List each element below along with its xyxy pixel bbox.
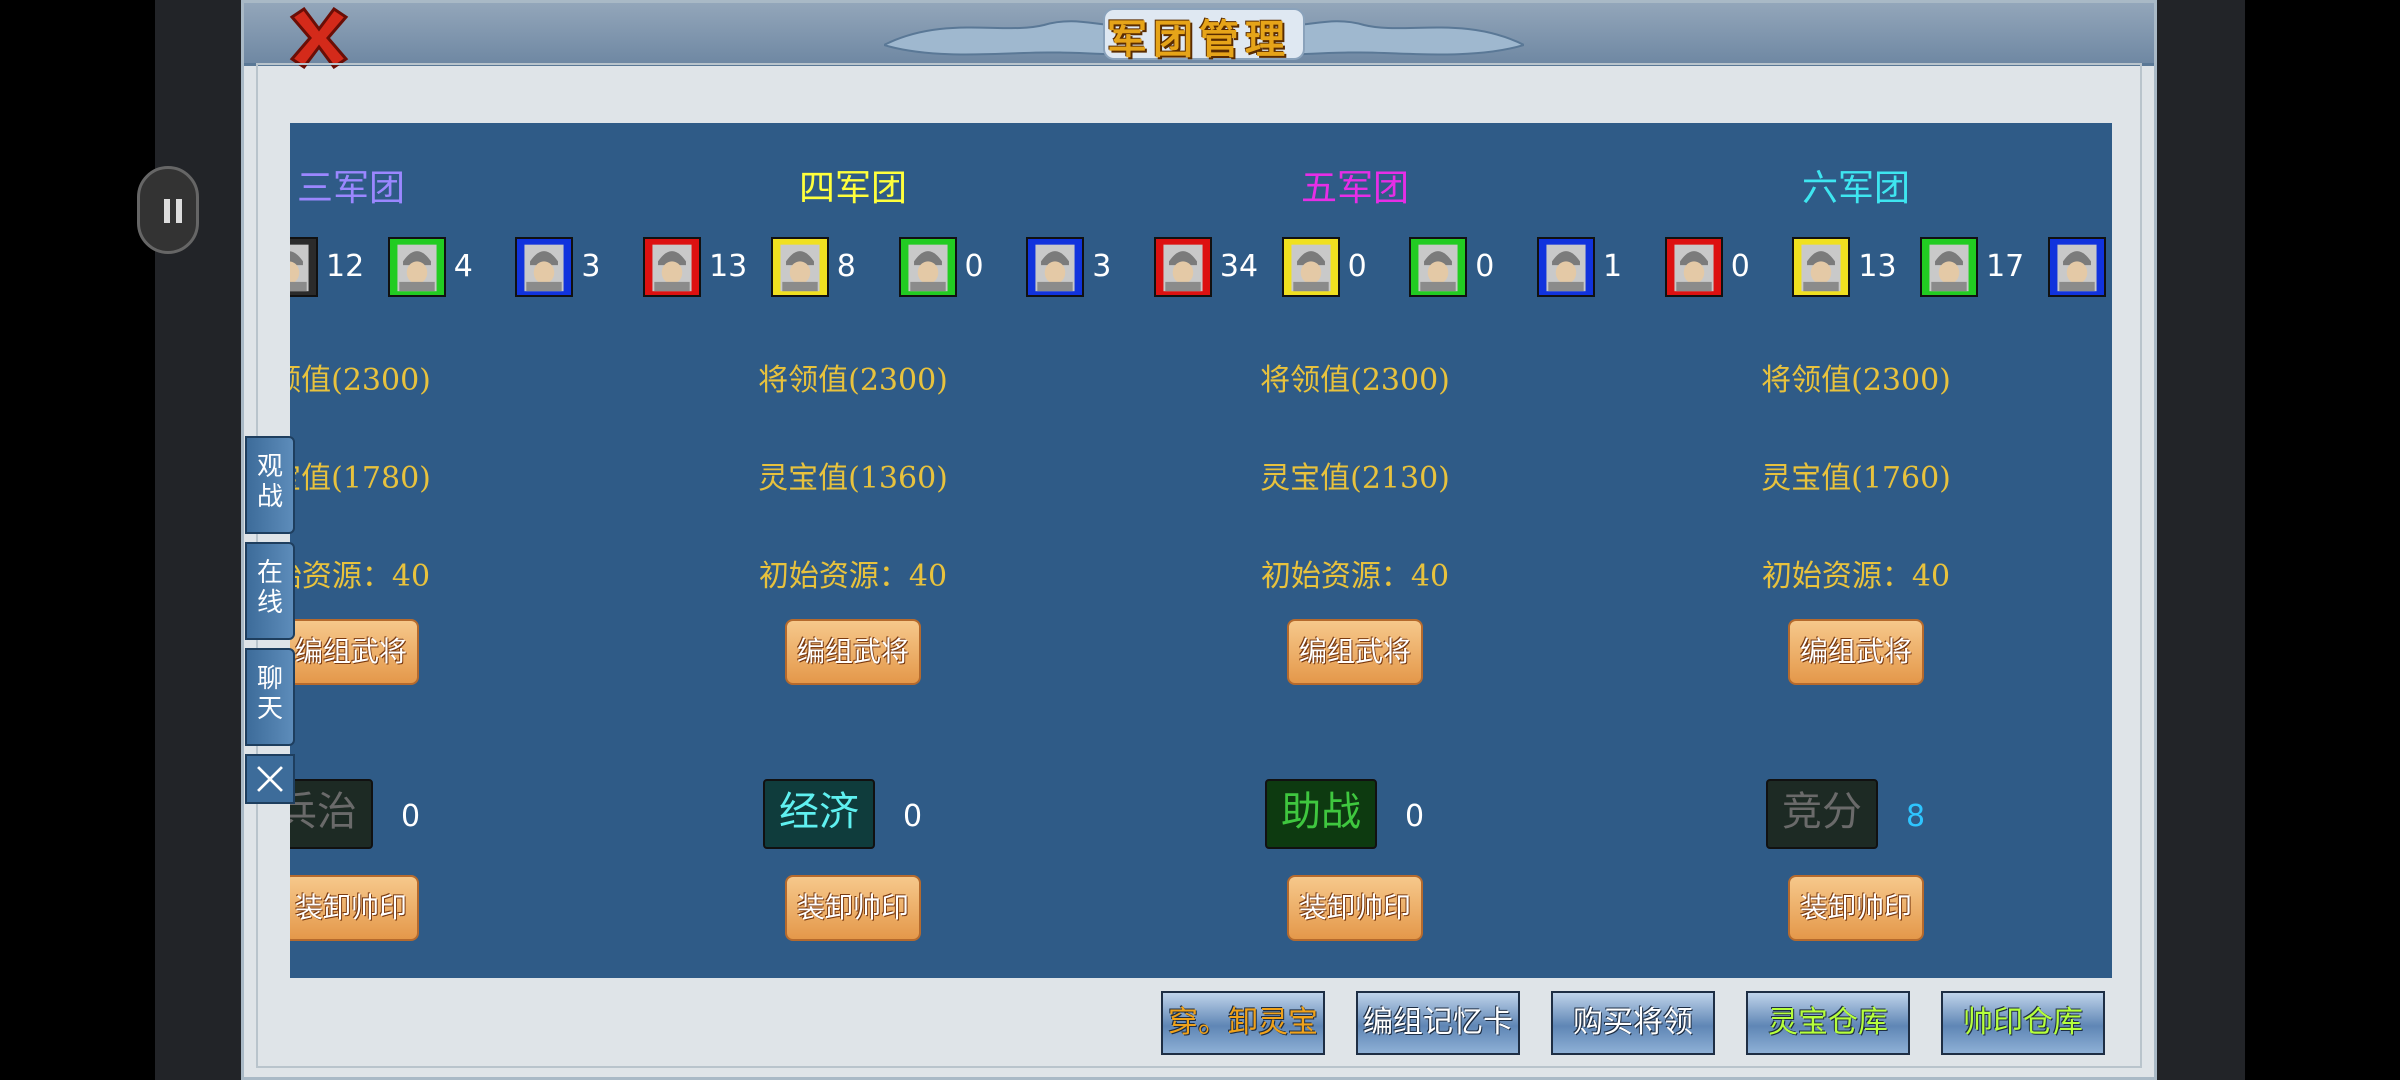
- legion-column: 六军团将领值(2300) 灵宝值(1760) 初始资源：40 编组武将竞分 8 装卸帅印: [1606, 123, 2106, 978]
- bottom-button[interactable]: 穿。卸灵宝: [1161, 991, 1325, 1055]
- general-value: 将领值(2300): [758, 363, 948, 398]
- tab-spectate-label: 观战: [257, 452, 284, 512]
- edit-generals-button[interactable]: 编组武将: [1788, 619, 1924, 685]
- tab-online-label: 在线: [257, 558, 284, 618]
- initial-resource: 始资源：40: [290, 559, 431, 594]
- equip-seal-button[interactable]: 装卸帅印: [785, 875, 921, 941]
- bottom-button[interactable]: 灵宝仓库: [1746, 991, 1910, 1055]
- equip-seal-button[interactable]: 装卸帅印: [1788, 875, 1924, 941]
- equip-seal-button[interactable]: 装卸帅印: [1287, 875, 1423, 941]
- legion-column: 四军团将领值(2300) 灵宝值(1360) 初始资源：40 编组武将经济 0 装卸帅印: [603, 123, 1103, 978]
- general-value: 将领值(2300): [1761, 363, 1951, 398]
- legion-panel: 12431380334001013172 三军团领值(2300)宝值(1780)…: [290, 123, 2112, 978]
- initial-resource: 初始资源：40: [1260, 559, 1450, 594]
- edit-generals-button[interactable]: 编组武将: [785, 619, 921, 685]
- seal-count: 0: [1405, 799, 1425, 834]
- seal-count: 0: [401, 799, 421, 834]
- equip-seal-button[interactable]: 装卸帅印: [290, 875, 419, 941]
- lingbao-value: 灵宝值(2130): [1260, 461, 1450, 496]
- seal-badge: 竞分: [1766, 779, 1878, 849]
- window-title: 军团管理: [1107, 16, 1291, 63]
- seal-badge: 兵治: [290, 779, 373, 849]
- tab-spectate[interactable]: 观战: [245, 436, 295, 534]
- edit-generals-button[interactable]: 编组武将: [1287, 619, 1423, 685]
- tab-chat-label: 聊天: [257, 664, 284, 724]
- bottom-button[interactable]: 购买将领: [1551, 991, 1715, 1055]
- legion-name: 五军团: [1300, 168, 1409, 209]
- pause-button[interactable]: [137, 166, 199, 254]
- seal-badge: 经济: [763, 779, 875, 849]
- side-close-button[interactable]: [245, 754, 295, 804]
- initial-resource: 初始资源：40: [1761, 559, 1951, 594]
- tab-chat[interactable]: 聊天: [245, 648, 295, 746]
- bottom-button[interactable]: 帅印仓库: [1941, 991, 2105, 1055]
- initial-resource: 初始资源：40: [758, 559, 948, 594]
- seal-count: 8: [1906, 799, 1926, 834]
- lingbao-value: 灵宝值(1360): [758, 461, 948, 496]
- close-icon: [257, 766, 283, 792]
- close-icon[interactable]: [286, 7, 352, 69]
- legion-management-window: 军团管理 12431380334001013172 三军团领值(2300)宝值(…: [241, 0, 2157, 1080]
- lingbao-value: 灵宝值(1760): [1761, 461, 1951, 496]
- lingbao-value: 宝值(1780): [290, 461, 431, 496]
- legion-name: 三军团: [296, 168, 405, 209]
- legion-column: 三军团领值(2300) 宝值(1780) 始资源：40 编组武将兵治 0 装卸帅印: [290, 123, 601, 978]
- title-bar: 军团管理: [244, 3, 2154, 66]
- legion-column: 五军团将领值(2300) 灵宝值(2130) 初始资源：40 编组武将助战 0 装卸帅印: [1105, 123, 1605, 978]
- edit-generals-button[interactable]: 编组武将: [290, 619, 419, 685]
- legion-name: 六军团: [1801, 168, 1910, 209]
- legion-name: 四军团: [798, 168, 907, 209]
- bottom-button[interactable]: 编组记忆卡: [1356, 991, 1520, 1055]
- seal-count: 0: [903, 799, 923, 834]
- tab-online[interactable]: 在线: [245, 542, 295, 640]
- seal-badge: 助战: [1265, 779, 1377, 849]
- general-value: 将领值(2300): [1260, 363, 1450, 398]
- general-value: 领值(2300): [290, 363, 431, 398]
